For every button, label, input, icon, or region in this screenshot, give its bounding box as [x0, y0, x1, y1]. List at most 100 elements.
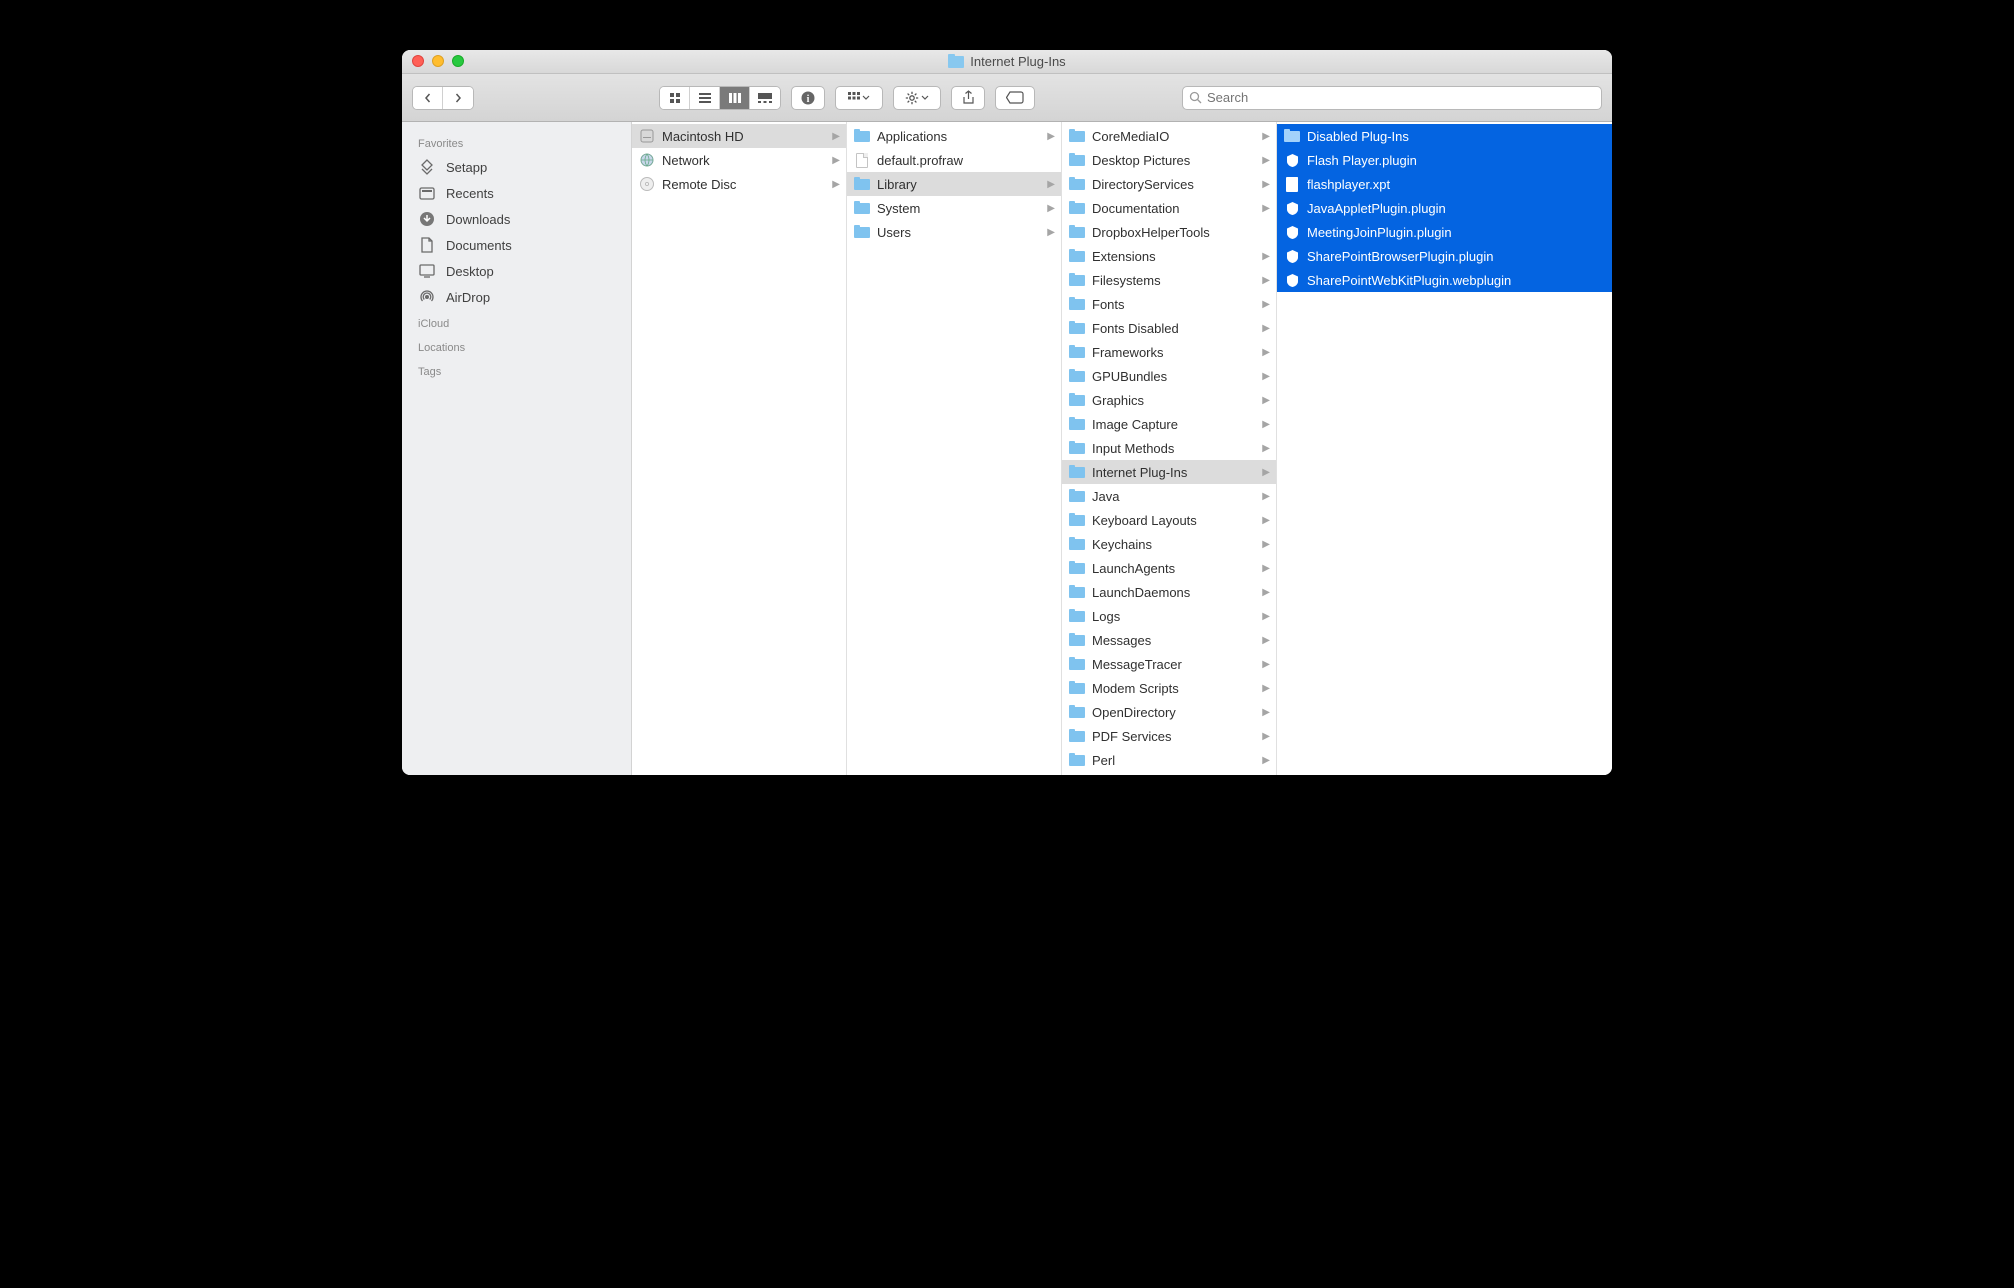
file-row[interactable]: PDF Services▶	[1062, 724, 1276, 748]
chevron-right-icon: ▶	[832, 131, 840, 142]
file-row[interactable]: Internet Plug-Ins▶	[1062, 460, 1276, 484]
column-1[interactable]: Applications▶default.profrawLibrary▶Syst…	[847, 122, 1062, 775]
sidebar-section-header[interactable]: Tags	[402, 358, 631, 382]
file-row[interactable]: Keyboard Layouts▶	[1062, 508, 1276, 532]
file-row[interactable]: MessageTracer▶	[1062, 652, 1276, 676]
toolbar: i	[402, 74, 1612, 122]
file-row[interactable]: default.profraw	[847, 148, 1061, 172]
sidebar-item-recents[interactable]: Recents	[402, 180, 631, 206]
minimize-button[interactable]	[432, 55, 444, 67]
share-button[interactable]	[951, 86, 985, 110]
file-row[interactable]: DirectoryServices▶	[1062, 172, 1276, 196]
action-button[interactable]	[893, 86, 941, 110]
chevron-right-icon: ▶	[1047, 227, 1055, 238]
chevron-right-icon: ▶	[1262, 179, 1270, 190]
close-button[interactable]	[412, 55, 424, 67]
chevron-right-icon: ▶	[1262, 275, 1270, 286]
file-row[interactable]: GPUBundles▶	[1062, 364, 1276, 388]
file-row[interactable]: Image Capture▶	[1062, 412, 1276, 436]
file-row[interactable]: Logs▶	[1062, 604, 1276, 628]
chevron-right-icon: ▶	[832, 179, 840, 190]
column-3[interactable]: Disabled Plug-InsFlash Player.plugin flas…	[1277, 122, 1612, 775]
folder-icon	[1068, 247, 1086, 265]
sidebar-item-setapp[interactable]: Setapp	[402, 154, 631, 180]
file-row[interactable]: Remote Disc▶	[632, 172, 846, 196]
info-button[interactable]: i	[791, 86, 825, 110]
folder-icon	[1068, 703, 1086, 721]
icon-view-icon	[669, 92, 681, 104]
column-view-button[interactable]	[720, 87, 750, 109]
file-row[interactable]: Documentation▶	[1062, 196, 1276, 220]
row-label: Graphics	[1092, 393, 1256, 408]
file-row[interactable]: Flash Player.plugin	[1277, 148, 1612, 172]
file-row[interactable]: Graphics▶	[1062, 388, 1276, 412]
file-row[interactable]: Macintosh HD▶	[632, 124, 846, 148]
sidebar-item-downloads[interactable]: Downloads	[402, 206, 631, 232]
file-row[interactable]: Input Methods▶	[1062, 436, 1276, 460]
file-row[interactable]: System▶	[847, 196, 1061, 220]
svg-text:i: i	[807, 94, 810, 105]
chevron-right-icon: ▶	[1262, 419, 1270, 430]
titlebar[interactable]: Internet Plug-Ins	[402, 50, 1612, 74]
chevron-right-icon: ▶	[1262, 515, 1270, 526]
sidebar: FavoritesSetappRecentsDownloadsDocuments…	[402, 122, 632, 775]
file-row[interactable]: Java▶	[1062, 484, 1276, 508]
column-0[interactable]: Macintosh HD▶Network▶Remote Disc▶	[632, 122, 847, 775]
search-box[interactable]	[1182, 86, 1602, 110]
sidebar-item-airdrop[interactable]: AirDrop	[402, 284, 631, 310]
file-row[interactable]: Desktop Pictures▶	[1062, 148, 1276, 172]
chevron-right-icon: ▶	[1262, 539, 1270, 550]
file-row[interactable]: Disabled Plug-Ins	[1277, 124, 1612, 148]
file-row[interactable]: flashplayer.xpt	[1277, 172, 1612, 196]
file-row[interactable]: OpenDirectory▶	[1062, 700, 1276, 724]
folder-icon	[1068, 511, 1086, 529]
file-row[interactable]: SharePointWebKitPlugin.webplugin	[1277, 268, 1612, 292]
file-row[interactable]: LaunchAgents▶	[1062, 556, 1276, 580]
file-row[interactable]: Frameworks▶	[1062, 340, 1276, 364]
forward-button[interactable]	[443, 87, 473, 109]
gallery-view-icon	[758, 93, 772, 103]
sidebar-section-header[interactable]: Locations	[402, 334, 631, 358]
file-row[interactable]: Extensions▶	[1062, 244, 1276, 268]
file-row[interactable]: Messages▶	[1062, 628, 1276, 652]
file-row[interactable]: Modem Scripts▶	[1062, 676, 1276, 700]
file-row[interactable]: Applications▶	[847, 124, 1061, 148]
group-button[interactable]	[835, 86, 883, 110]
file-row[interactable]: JavaAppletPlugin.plugin	[1277, 196, 1612, 220]
sidebar-item-desktop[interactable]: Desktop	[402, 258, 631, 284]
file-row[interactable]: Fonts Disabled▶	[1062, 316, 1276, 340]
row-label: Filesystems	[1092, 273, 1256, 288]
file-row[interactable]: Fonts▶	[1062, 292, 1276, 316]
file-row[interactable]: Filesystems ▶	[1062, 268, 1276, 292]
icon-view-button[interactable]	[660, 87, 690, 109]
list-view-button[interactable]	[690, 87, 720, 109]
chevron-right-icon: ▶	[1262, 203, 1270, 214]
file-row[interactable]: DropboxHelperTools	[1062, 220, 1276, 244]
file-row[interactable]: Users▶	[847, 220, 1061, 244]
row-label: flashplayer.xpt	[1307, 177, 1606, 192]
file-row[interactable]: SharePointBrowserPlugin.plugin	[1277, 244, 1612, 268]
file-row[interactable]: Network▶	[632, 148, 846, 172]
gallery-view-button[interactable]	[750, 87, 780, 109]
back-button[interactable]	[413, 87, 443, 109]
file-row[interactable]: CoreMediaIO▶	[1062, 124, 1276, 148]
tags-button[interactable]	[995, 86, 1035, 110]
folder-icon	[853, 199, 871, 217]
info-icon: i	[801, 91, 815, 105]
disk-icon	[638, 127, 656, 145]
maximize-button[interactable]	[452, 55, 464, 67]
sidebar-section-header[interactable]: Favorites	[402, 130, 631, 154]
file-row[interactable]: Library▶	[847, 172, 1061, 196]
chevron-down-icon	[862, 95, 870, 100]
column-2[interactable]: CoreMediaIO▶Desktop Pictures▶DirectorySe…	[1062, 122, 1277, 775]
file-row[interactable]: MeetingJoinPlugin.plugin	[1277, 220, 1612, 244]
tag-icon	[1006, 91, 1024, 104]
folder-icon	[1068, 559, 1086, 577]
sidebar-item-documents[interactable]: Documents	[402, 232, 631, 258]
search-input[interactable]	[1207, 90, 1595, 105]
file-row[interactable]: Perl▶	[1062, 748, 1276, 772]
chevron-right-icon: ▶	[1047, 131, 1055, 142]
file-row[interactable]: LaunchDaemons▶	[1062, 580, 1276, 604]
sidebar-section-header[interactable]: iCloud	[402, 310, 631, 334]
file-row[interactable]: Keychains▶	[1062, 532, 1276, 556]
